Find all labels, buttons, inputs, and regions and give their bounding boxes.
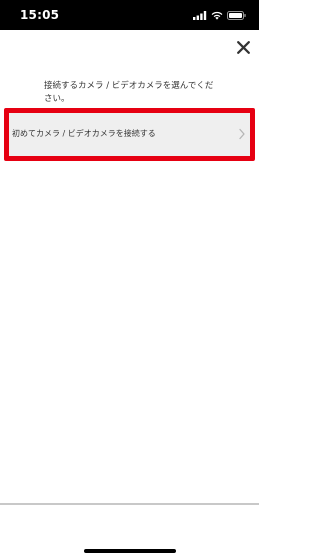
camera-select-screen: 15:05 接続するカメラ / ビデオカメラを選んでください。 初めてカメラ /…	[0, 0, 259, 560]
battery-icon	[227, 10, 246, 20]
bottom-divider	[0, 503, 259, 505]
status-bar: 15:05	[0, 0, 259, 30]
status-icons	[193, 10, 246, 20]
close-button[interactable]	[234, 38, 252, 56]
chevron-right-icon	[239, 128, 245, 140]
home-indicator	[84, 549, 176, 553]
instruction-text: 接続するカメラ / ビデオカメラを選んでください。	[44, 81, 214, 104]
close-icon	[236, 40, 250, 54]
connect-new-camera-option[interactable]: 初めてカメラ / ビデオカメラを接続する	[9, 113, 250, 156]
signal-icon	[193, 10, 207, 20]
option-label: 初めてカメラ / ビデオカメラを接続する	[12, 129, 156, 138]
status-time: 15:05	[20, 8, 60, 22]
wifi-icon	[211, 11, 223, 20]
